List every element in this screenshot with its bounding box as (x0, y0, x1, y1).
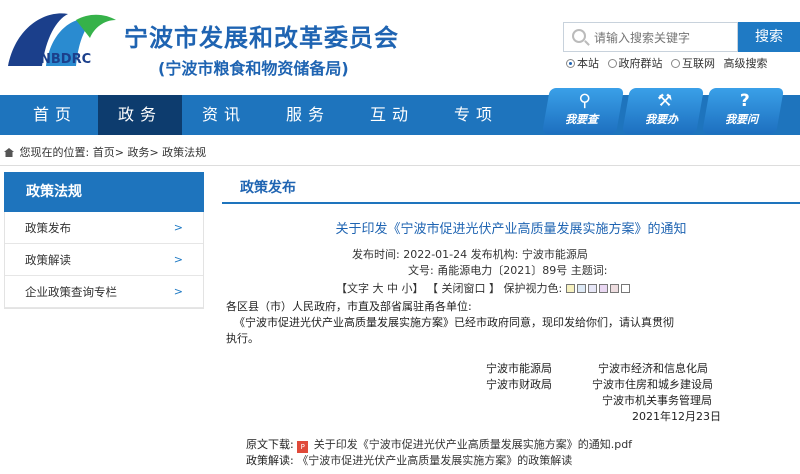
search-button[interactable]: 搜索 (738, 22, 800, 52)
article-meta-doc-number: 文号: 甬能源电力〔2021〕89号 主题词: (408, 264, 608, 277)
sidebar-item-policy-interpretation[interactable]: 政策解读 > (5, 244, 203, 276)
radio-icon (671, 59, 680, 68)
color-swatch-pink[interactable] (609, 284, 619, 293)
chevron-right-icon: > (173, 253, 183, 266)
site-header: NBDRC 宁波市发展和改革委员会 (宁波市粮食和物资储备局) 搜索 本站 政府… (0, 0, 800, 95)
home-icon (4, 148, 14, 157)
sidebar-title: 政策法规 (4, 172, 204, 212)
radio-selected-icon (566, 59, 575, 68)
signatory: 宁波市财政局 (486, 378, 552, 391)
signatory: 宁波市住房和城乡建设局 (592, 378, 713, 391)
sidebar: 政策法规 政策发布 > 政策解读 > 企业政策查询专栏 > (4, 172, 204, 309)
color-swatch-yellow[interactable] (565, 284, 575, 293)
sign-date: 2021年12月23日 (632, 410, 721, 423)
color-swatch-white[interactable] (620, 284, 630, 293)
scope-gov-sites[interactable]: 政府群站 (607, 57, 663, 70)
search-box[interactable] (563, 22, 738, 52)
nav-news[interactable]: 资讯 (182, 95, 266, 135)
site-subtitle: (宁波市粮食和物资储备局) (158, 59, 349, 78)
nav-special[interactable]: 专项 (434, 95, 518, 135)
signatory: 宁波市能源局 (486, 362, 552, 375)
nav-home[interactable]: 首页 (14, 95, 96, 135)
article-title: 关于印发《宁波市促进光伏产业高质量发展实施方案》的通知 (335, 222, 687, 237)
sidebar-item-enterprise-policy[interactable]: 企业政策查询专栏 > (5, 276, 203, 308)
sidebar-item-policy-release[interactable]: 政策发布 > (5, 212, 203, 244)
breadcrumb: 您现在的位置: 首页> 政务> 政策法规 (0, 140, 800, 166)
attachment-download-link[interactable]: 关于印发《宁波市促进光伏产业高质量发展实施方案》的通知.pdf (314, 438, 632, 451)
tools-icon: ⚒ (657, 91, 673, 111)
article-body-line-1: 《宁波市促进光伏产业高质量发展实施方案》已经市政府同意，现印发给你们，请认真贯彻 (234, 316, 674, 329)
interpretation-row: 政策解读: 《宁波市促进光伏产业高质量发展实施方案》的政策解读 (246, 454, 573, 467)
scope-this-site[interactable]: 本站 (566, 57, 599, 70)
nav-services[interactable]: 服务 (266, 95, 350, 135)
chevron-right-icon: > (173, 285, 183, 298)
radio-icon (607, 59, 617, 68)
chevron-right-icon: > (173, 221, 183, 234)
interpretation-link[interactable]: 《宁波市促进光伏产业高质量发展实施方案》的政策解读 (297, 454, 572, 467)
site-logo[interactable]: NBDRC (0, 0, 120, 95)
search-scope-options: 本站 政府群站 互联网 高级搜索 (566, 55, 773, 71)
main-content: 政策发布 关于印发《宁波市促进光伏产业高质量发展实施方案》的通知 发布时间: 2… (222, 172, 800, 467)
color-swatch-blue[interactable] (576, 284, 586, 293)
article-meta-date-publisher: 发布时间: 2022-01-24 发布机构: 宁波市能源局 (352, 248, 588, 261)
section-title: 政策发布 (222, 172, 800, 204)
font-size-large[interactable]: 大 (373, 282, 384, 295)
search-icon: ⚲ (578, 91, 591, 111)
font-size-medium[interactable]: 中 (387, 282, 398, 295)
signatory: 宁波市机关事务管理局 (602, 394, 712, 407)
logo-text: NBDRC (40, 52, 92, 67)
search-icon (572, 29, 586, 43)
article-toolbar: 【文字 大 中 小】 【 关闭窗口 】 保护视力色: (336, 280, 632, 296)
quick-link-handle[interactable]: ⚒ 我要办 (621, 88, 705, 134)
article-body-line-2: 执行。 (226, 332, 259, 345)
article-recipients: 各区县（市）人民政府，市直及部省属驻甬各单位: (226, 300, 472, 313)
font-size-small[interactable]: 小】 (402, 282, 424, 295)
sidebar-list: 政策发布 > 政策解读 > 企业政策查询专栏 > (4, 212, 204, 309)
quick-link-search[interactable]: ⚲ 我要查 (541, 88, 625, 134)
site-title: 宁波市发展和改革委员会 (124, 24, 399, 52)
advanced-search-link[interactable]: 高级搜索 (724, 57, 768, 70)
question-icon: ? (739, 91, 750, 111)
scope-internet[interactable]: 互联网 (671, 57, 715, 70)
attachment-row: 原文下载: P 关于印发《宁波市促进光伏产业高质量发展实施方案》的通知.pdf (246, 438, 633, 453)
search-input[interactable] (594, 29, 734, 47)
nav-government-affairs[interactable]: 政务 (98, 95, 182, 135)
breadcrumb-home[interactable]: 首页 (93, 146, 115, 159)
close-window-button[interactable]: 【 关闭窗口 】 (427, 282, 500, 295)
breadcrumb-government-affairs[interactable]: 政务 (127, 146, 149, 159)
breadcrumb-policy[interactable]: 政策法规 (162, 146, 206, 159)
nav-interaction[interactable]: 互动 (350, 95, 434, 135)
signatory: 宁波市经济和信息化局 (598, 362, 708, 375)
color-swatch-lavender[interactable] (587, 284, 597, 293)
quick-link-ask[interactable]: ? 我要问 (701, 88, 785, 134)
color-swatch-purple[interactable] (598, 284, 608, 293)
